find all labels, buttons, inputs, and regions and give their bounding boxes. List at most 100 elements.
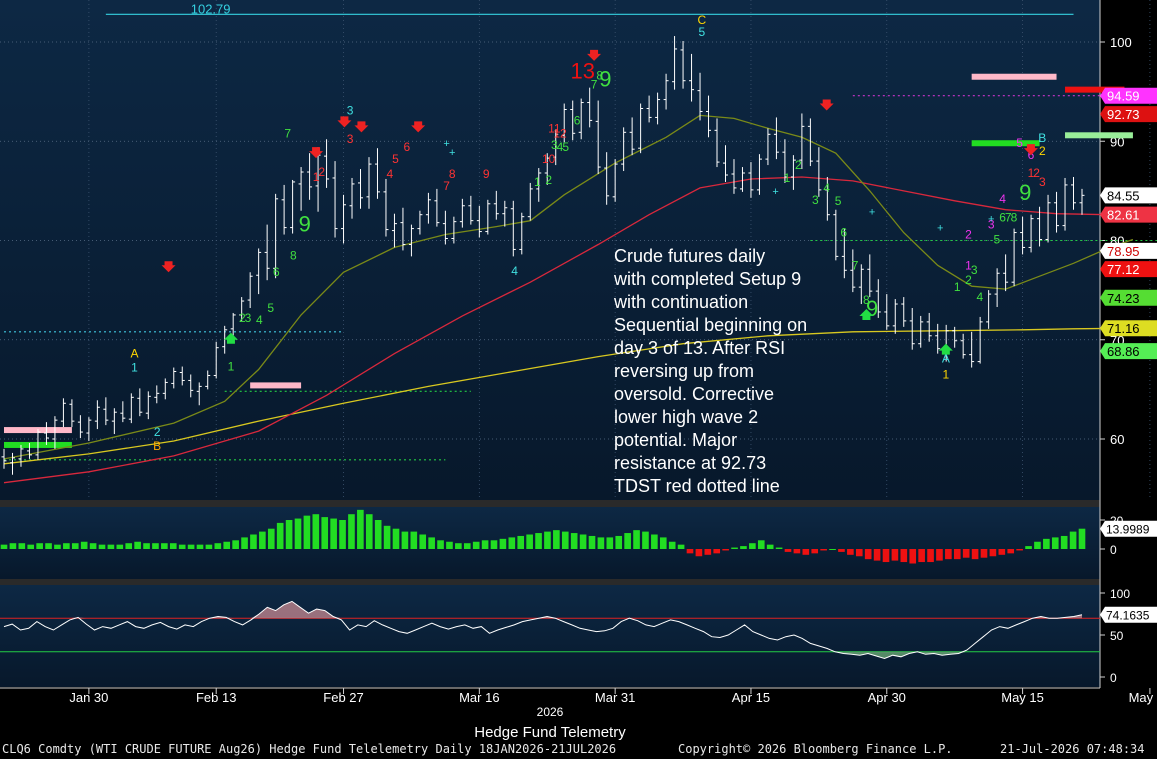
td-count-label: 3	[347, 132, 354, 146]
momentum-bar	[143, 543, 150, 549]
momentum-bar	[374, 520, 382, 549]
momentum-tick-label: 0	[1110, 543, 1117, 557]
momentum-bar	[989, 549, 997, 557]
momentum-bar	[722, 549, 729, 551]
td-count-label: 9	[1019, 180, 1031, 205]
momentum-bar	[116, 544, 124, 549]
rsi-tick-label: 50	[1110, 629, 1124, 643]
momentum-bar	[588, 535, 596, 549]
momentum-bar	[152, 543, 159, 549]
momentum-bar	[829, 549, 836, 550]
footer-timestamp: 21-Jul-2026 07:48:34	[1000, 742, 1145, 756]
momentum-bar	[1007, 549, 1015, 554]
td-count-label: 5	[835, 194, 842, 208]
momentum-bar	[784, 549, 792, 552]
panel-divider[interactable]	[0, 500, 1100, 507]
td-count-label: 5	[267, 301, 274, 315]
plus-marker: +	[869, 207, 875, 219]
price-label-text: 82.61	[1107, 208, 1140, 223]
momentum-bar	[838, 549, 845, 552]
momentum-bar	[446, 541, 453, 549]
momentum-bar	[615, 535, 623, 549]
momentum-label-tag: 13.9989	[1100, 520, 1157, 537]
momentum-bar	[259, 531, 266, 549]
date-axis: Jan 30 Feb 13 Feb 27 Mar 16 Mar 31 Apr 15 Apr …	[69, 688, 1157, 705]
momentum-bar	[1069, 531, 1077, 549]
price-label-tag: 84.55	[1100, 187, 1157, 204]
axis-year: 2026	[536, 705, 564, 719]
td-count-label: 6	[840, 226, 847, 240]
momentum-bar	[811, 549, 819, 554]
price-label-text: 84.55	[1107, 188, 1140, 203]
momentum-bar	[731, 547, 738, 549]
td-count-label: 12	[553, 126, 567, 140]
momentum-bar	[54, 544, 61, 549]
momentum-bar	[232, 540, 239, 549]
td-count-label: 4	[511, 264, 518, 278]
td-count-label: 1	[534, 175, 541, 189]
plus-marker: +	[449, 147, 455, 159]
td-count-label: B	[153, 439, 161, 453]
td-count-label: 8	[290, 248, 297, 262]
td-count-label: 1	[954, 280, 961, 294]
td-count-label: 7	[852, 258, 859, 272]
momentum-bar	[9, 543, 17, 549]
momentum-bar	[419, 534, 427, 549]
momentum-bar	[642, 531, 649, 549]
momentum-bar	[775, 547, 783, 549]
td-count-label: 5	[392, 152, 399, 166]
td-count-label: 2	[154, 425, 161, 439]
momentum-bar	[820, 549, 827, 551]
momentum-bar	[570, 533, 578, 549]
momentum-bar	[241, 537, 248, 549]
momentum-bar	[303, 515, 311, 549]
td-count-label: 1	[228, 360, 235, 374]
momentum-bar	[704, 549, 712, 555]
momentum-bar	[606, 537, 614, 549]
price-label-tag: 82.61	[1100, 206, 1157, 223]
td-count-label: 6	[574, 113, 581, 127]
right-price-labels: 94.59 92.73 84.55 82.61 78.95 77.12 74.23 71.16…	[1100, 87, 1157, 360]
td-count-label: 4	[256, 313, 263, 327]
momentum-bar	[187, 544, 195, 549]
panel-divider[interactable]	[0, 579, 1100, 585]
td-count-label: 5	[994, 232, 1001, 246]
momentum-bar	[561, 531, 569, 549]
td-count-label: 8	[1011, 211, 1018, 225]
momentum-bar	[276, 522, 284, 549]
date-tick-label: Apr 15	[732, 690, 770, 705]
date-tick-label: May 15	[1001, 690, 1044, 705]
td-count-label: 7	[284, 126, 291, 140]
plus-marker: +	[988, 214, 994, 226]
momentum-bar	[686, 549, 694, 554]
momentum-bar	[107, 544, 115, 549]
price-label-tag: 94.59	[1100, 87, 1157, 104]
td-count-label: 3	[971, 263, 978, 277]
momentum-bar	[998, 549, 1006, 555]
price-tick-label: 60	[1110, 432, 1124, 447]
price-label-text: 78.95	[1107, 244, 1140, 259]
td-count-label: B	[1038, 131, 1046, 145]
td-count-label: 9	[599, 67, 611, 92]
momentum-bar	[553, 530, 560, 549]
td-count-label: 3	[245, 311, 252, 325]
rsi-tick-label: 100	[1110, 587, 1130, 601]
td-count-label: 3	[812, 193, 819, 207]
momentum-bar	[63, 543, 70, 549]
momentum-bar	[677, 544, 685, 549]
price-label-text: 74.23	[1107, 291, 1140, 306]
momentum-bar	[267, 528, 275, 549]
momentum-bar	[900, 549, 908, 563]
date-tick-label: Feb 13	[196, 690, 236, 705]
momentum-bar	[651, 534, 658, 549]
momentum-bar	[18, 543, 26, 549]
td-count-label: 2	[965, 228, 972, 242]
td-count-label: 2	[795, 158, 802, 172]
td-count-label: 5	[562, 140, 569, 154]
momentum-bar	[339, 520, 346, 549]
momentum-bar	[909, 549, 917, 564]
td-count-label: 9	[483, 167, 490, 181]
momentum-bar	[802, 549, 810, 555]
momentum-bar	[410, 531, 418, 549]
momentum-bar	[401, 531, 409, 549]
